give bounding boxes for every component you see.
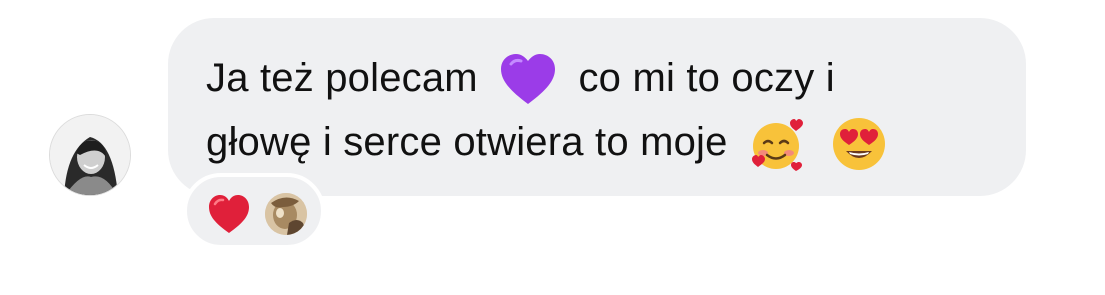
message-line-1-text-a: Ja też polecam — [206, 56, 478, 100]
purple-heart-icon — [499, 52, 557, 108]
smiling-face-with-hearts-icon — [749, 115, 807, 173]
reactions-pill[interactable] — [183, 173, 325, 249]
message-line-1-text-b: co mi to oczy i — [578, 56, 835, 100]
red-heart-icon — [207, 193, 251, 240]
sender-avatar[interactable] — [49, 114, 131, 196]
sender-avatar-image — [50, 115, 130, 195]
message-line-1: Ja też polecam co mi to oczy i — [206, 46, 988, 110]
message-line-2: głowę i serce otwiera to moje — [206, 110, 988, 174]
message-line-2-text: głowę i serce otwiera to moje — [206, 120, 728, 164]
message-text: Ja też polecam co mi to oczy i głowę i s… — [206, 46, 988, 174]
heart-eyes-icon — [830, 115, 888, 173]
reactor-avatar[interactable] — [265, 193, 307, 235]
message-bubble[interactable]: Ja też polecam co mi to oczy i głowę i s… — [168, 18, 1026, 196]
